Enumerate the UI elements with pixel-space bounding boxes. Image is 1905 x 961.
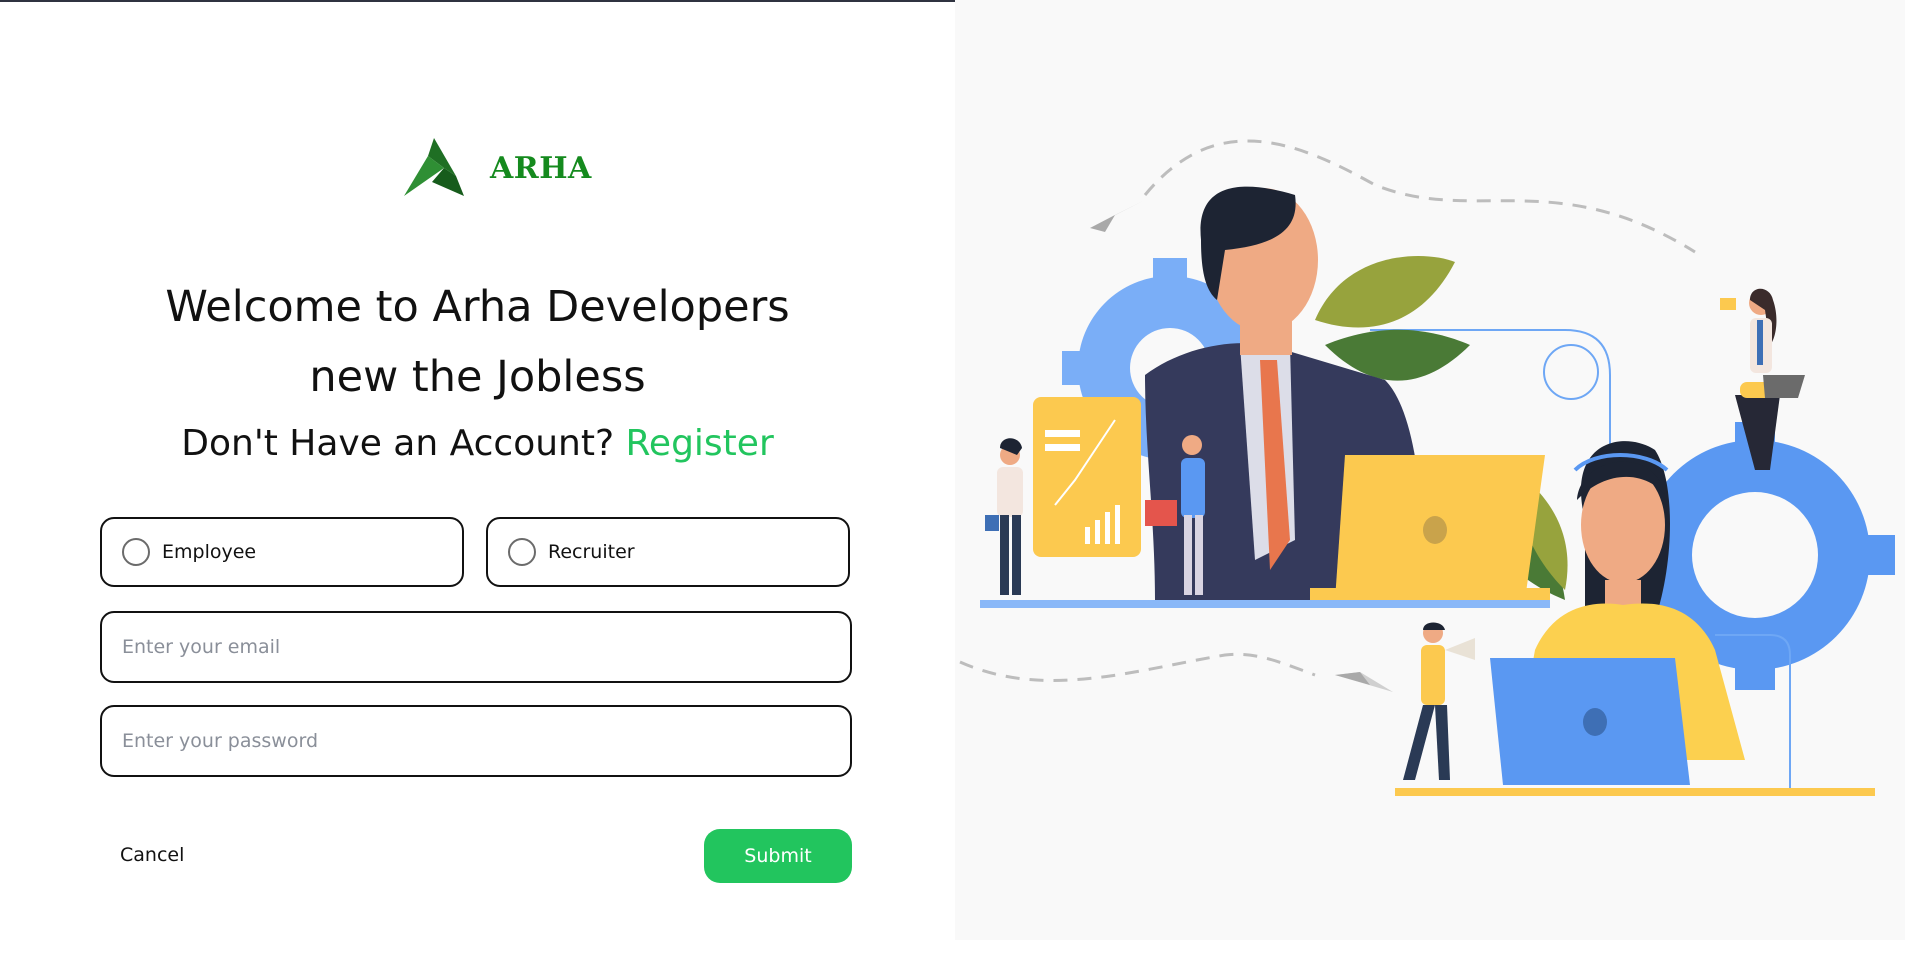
office-team-illustration	[959, 139, 1895, 796]
employee-label: Employee	[162, 541, 257, 563]
register-link[interactable]: Register	[626, 423, 774, 464]
login-panel: ARHA Welcome to Arha Developers new the …	[0, 0, 955, 961]
recruiter-radio[interactable]	[508, 538, 536, 566]
cancel-button[interactable]: Cancel	[120, 844, 184, 866]
brand-name: ARHA	[490, 150, 592, 186]
illustration-panel	[955, 0, 1905, 940]
employee-radio[interactable]	[122, 538, 150, 566]
password-field[interactable]	[100, 705, 852, 777]
role-option-recruiter[interactable]: Recruiter	[486, 517, 850, 587]
account-prompt-text: Don't Have an Account?	[181, 423, 615, 464]
recruiter-label: Recruiter	[548, 541, 635, 563]
role-option-employee[interactable]: Employee	[100, 517, 464, 587]
submit-button[interactable]: Submit	[704, 829, 852, 883]
page-title-line1: Welcome to Arha Developers	[165, 282, 790, 332]
arha-peak-logo-icon	[404, 138, 464, 196]
account-prompt: Don't Have an Account? Register	[100, 423, 855, 464]
page-title-line2: new the Jobless	[309, 352, 646, 402]
brand-logo: ARHA	[404, 138, 592, 198]
email-field[interactable]	[100, 611, 852, 683]
